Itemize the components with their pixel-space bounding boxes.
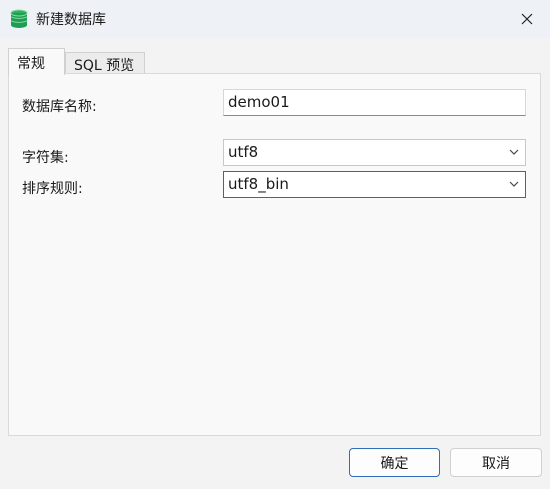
- collation-select[interactable]: utf8_bin: [223, 171, 526, 198]
- tab-general[interactable]: 常规: [8, 48, 65, 75]
- db-name-label: 数据库名称:: [22, 99, 97, 115]
- collation-value: utf8_bin: [228, 175, 289, 193]
- charset-select[interactable]: utf8: [223, 139, 526, 166]
- close-icon: [521, 13, 533, 25]
- close-button[interactable]: [504, 0, 550, 38]
- collation-label: 排序规则:: [22, 181, 83, 197]
- window-title: 新建数据库: [36, 12, 106, 28]
- chevron-down-icon: [509, 181, 519, 187]
- chevron-down-icon: [509, 149, 519, 155]
- charset-value: utf8: [228, 143, 259, 161]
- cancel-button[interactable]: 取消: [450, 448, 542, 477]
- db-name-field[interactable]: demo01: [223, 89, 526, 116]
- db-name-value: demo01: [228, 93, 290, 111]
- title-bar: 新建数据库: [0, 0, 550, 38]
- charset-label: 字符集:: [22, 150, 69, 166]
- general-panel: 数据库名称: demo01 字符集: utf8 排序规则: utf8_bin: [8, 73, 541, 436]
- tab-sql-preview[interactable]: SQL 预览: [65, 52, 145, 74]
- ok-button[interactable]: 确定: [349, 448, 440, 477]
- database-icon: [10, 9, 28, 29]
